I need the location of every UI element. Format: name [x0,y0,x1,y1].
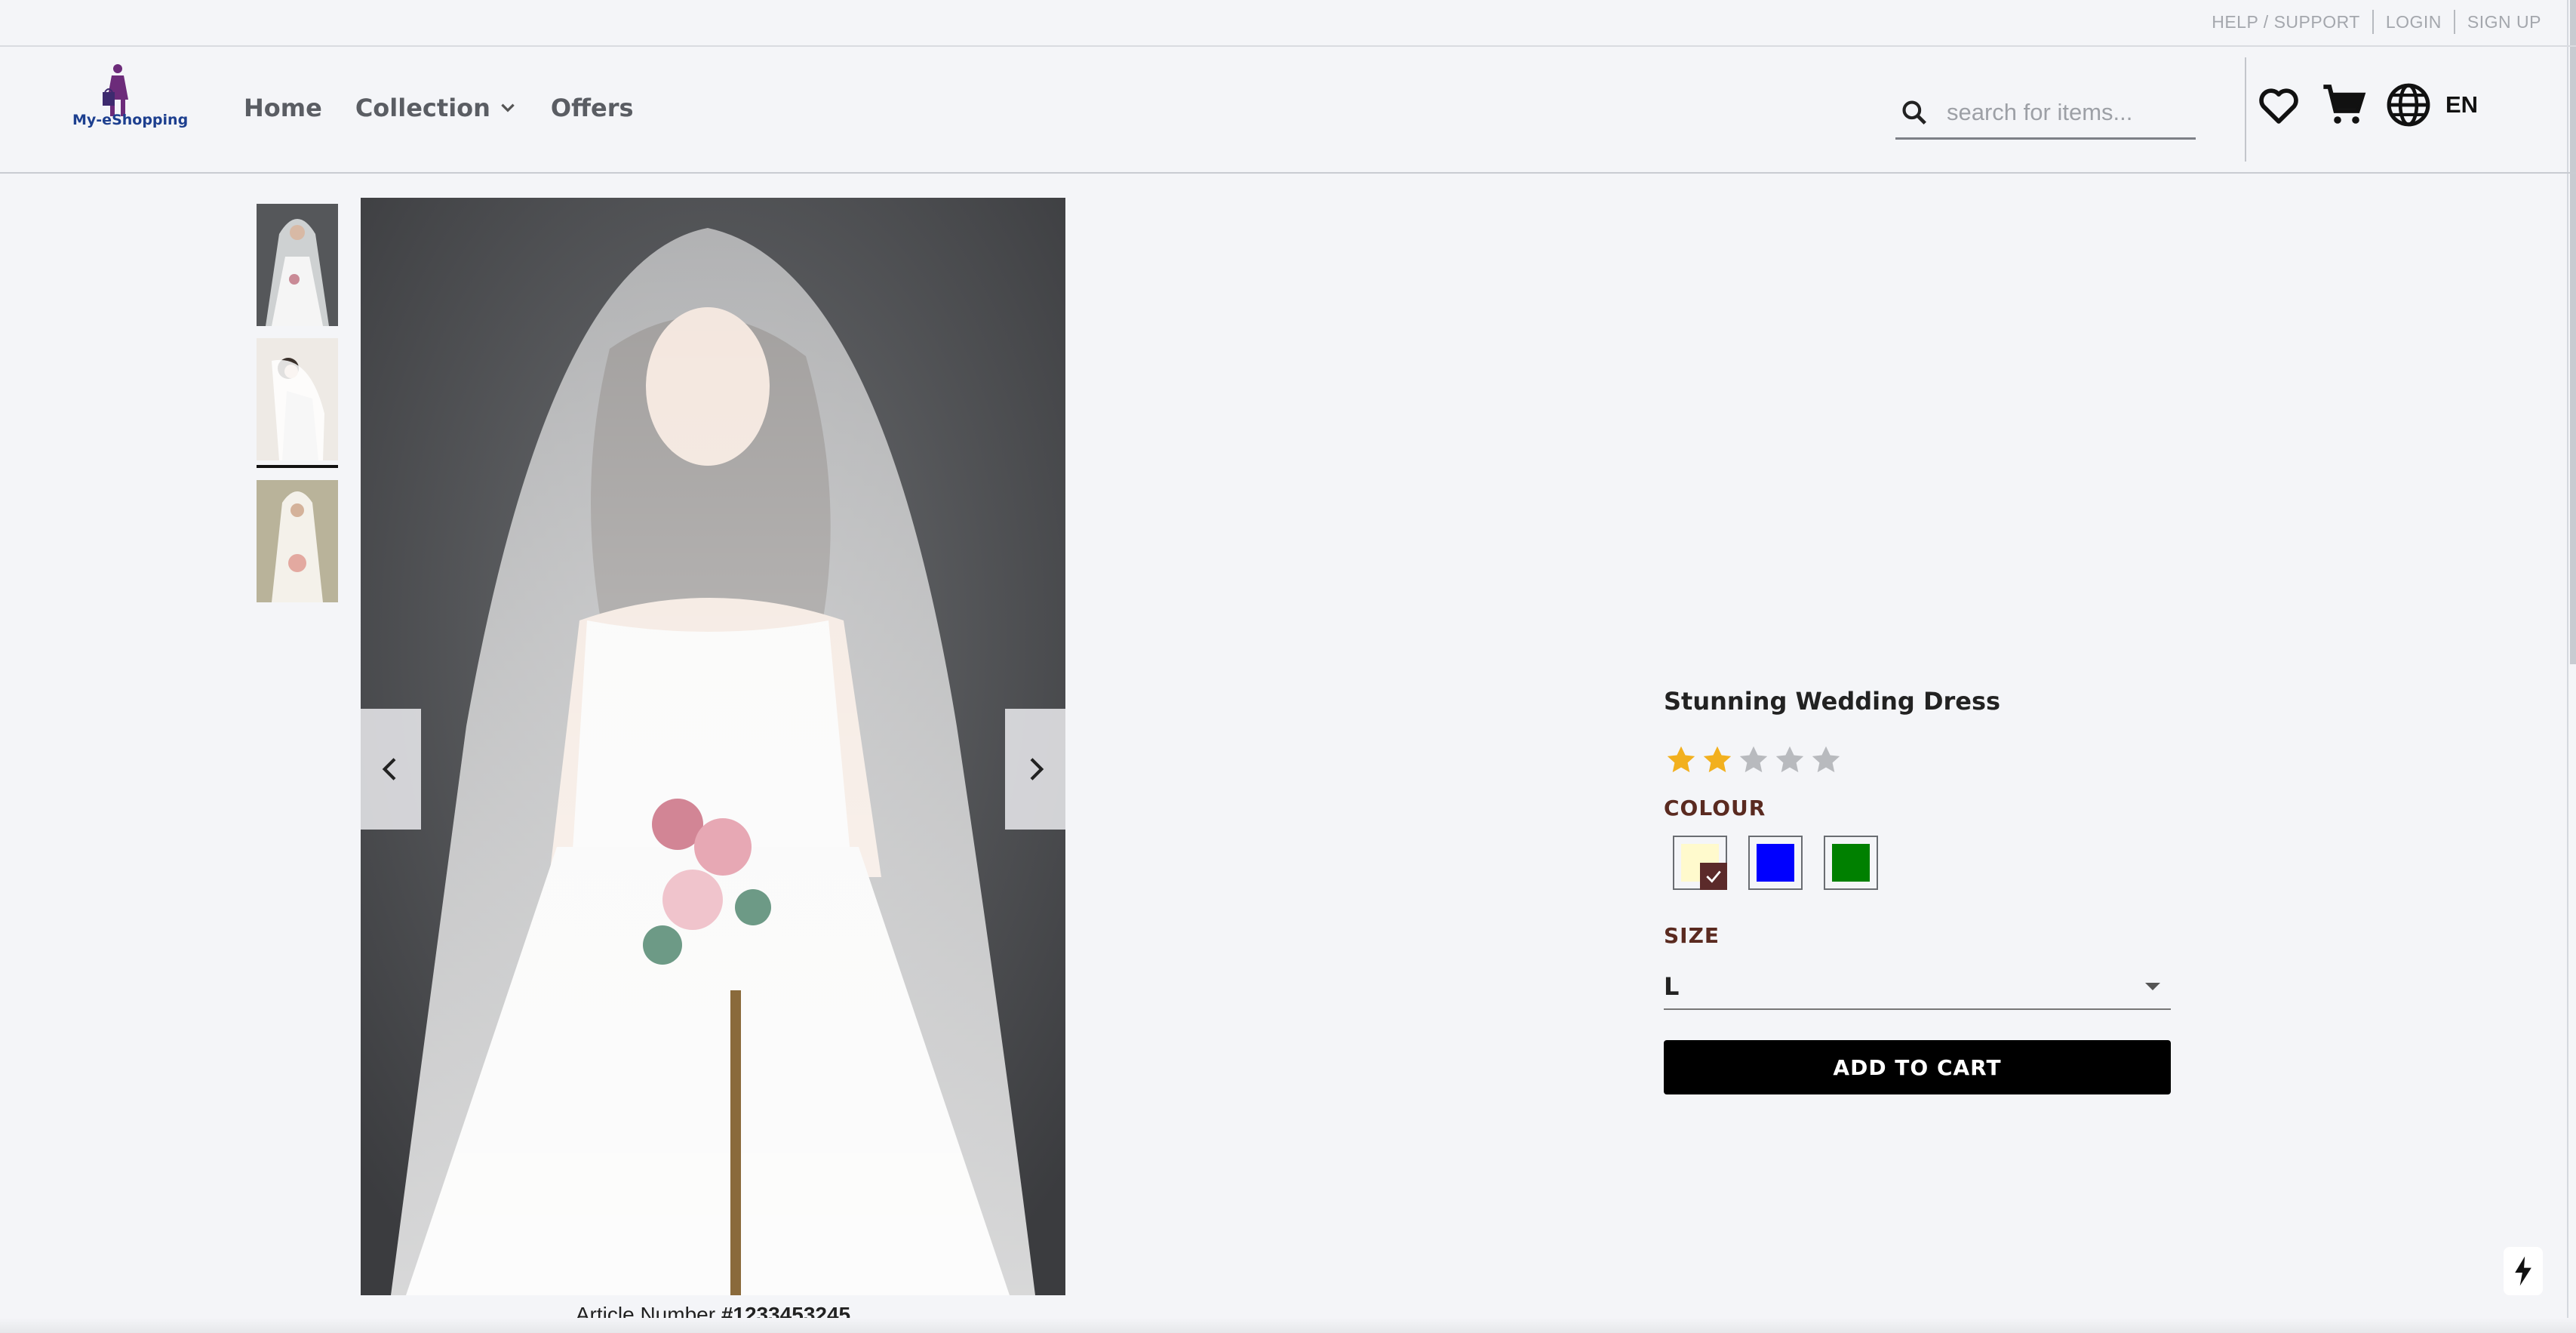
product-details: Stunning Wedding Dress COLOUR SIZE L ADD… [1664,687,2171,1094]
search-box [1895,88,2196,140]
size-label: SIZE [1664,923,1720,948]
main-nav: Home Collection Offers [244,94,667,122]
thumbnail-list [257,204,338,614]
star-filled-icon[interactable] [1664,743,1698,777]
colour-label: COLOUR [1664,796,1766,820]
wedding-dress-thumbnail-1 [257,204,338,326]
next-image-button[interactable] [1005,709,1065,830]
brand-name: My-eShopping [72,112,189,128]
nav-home-label: Home [244,94,322,122]
size-value: L [1664,972,1680,1001]
product-title: Stunning Wedding Dress [1664,687,2001,716]
selected-check-icon [1700,863,1727,890]
nav-collection[interactable]: Collection [355,94,518,122]
thumbnail-2[interactable] [257,338,338,468]
utility-bar: HELP / SUPPORT LOGIN SIGN UP [0,0,2576,47]
wedding-dress-thumbnail-3 [257,480,338,602]
colour-fill [1832,844,1870,882]
signup-link[interactable]: SIGN UP [2455,11,2553,33]
size-select[interactable]: L [1664,965,2171,1010]
star-filled-icon[interactable] [1700,743,1735,777]
cart-icon [2323,85,2366,124]
globe-icon [2387,83,2430,127]
language-code[interactable]: EN [2445,91,2478,119]
previous-image-button[interactable] [361,709,421,830]
chevron-right-icon [1030,758,1044,780]
wedding-dress-photo [361,198,1065,1295]
search-icon[interactable] [1900,98,1929,127]
star-empty-icon[interactable] [1772,743,1807,777]
lightning-icon [2515,1256,2531,1286]
nav-collection-label: Collection [355,94,490,122]
thumbnail-3[interactable] [257,480,338,602]
dropdown-caret-icon [2145,983,2160,990]
bottom-edge [0,1318,2576,1333]
header-actions: EN [2252,79,2478,131]
login-link[interactable]: LOGIN [2374,11,2454,33]
colour-swatch[interactable] [1748,836,1803,890]
language-button[interactable] [2382,79,2435,131]
header-divider [2245,57,2246,162]
brand-logo[interactable] [69,62,168,152]
main-header: My-eShopping Home Collection Offers sear… [0,47,2576,174]
wishlist-button[interactable] [2252,79,2305,131]
chevron-left-icon [382,758,396,780]
heart-icon [2259,88,2298,124]
star-empty-icon[interactable] [1809,743,1843,777]
cart-button[interactable] [2317,79,2370,131]
thumbnail-1[interactable] [257,204,338,326]
wedding-dress-thumbnail-2 [257,338,338,460]
rating-stars[interactable] [1664,743,2171,777]
search-input[interactable] [1945,98,2190,127]
colour-swatches [1664,836,2171,890]
add-to-cart-button[interactable]: ADD TO CART [1664,1040,2171,1094]
utility-links: HELP / SUPPORT LOGIN SIGN UP [2199,0,2553,44]
nav-offers[interactable]: Offers [551,94,634,122]
colour-swatch[interactable] [1673,836,1727,890]
help-support-link[interactable]: HELP / SUPPORT [2199,11,2372,33]
star-empty-icon[interactable] [1736,743,1771,777]
colour-fill [1757,844,1794,882]
chevron-down-icon [501,103,515,112]
colour-swatch[interactable] [1824,836,1878,890]
nav-offers-label: Offers [550,94,634,122]
nav-home[interactable]: Home [244,94,322,122]
product-main-image [361,198,1065,1295]
quick-action-button[interactable] [2504,1247,2543,1295]
